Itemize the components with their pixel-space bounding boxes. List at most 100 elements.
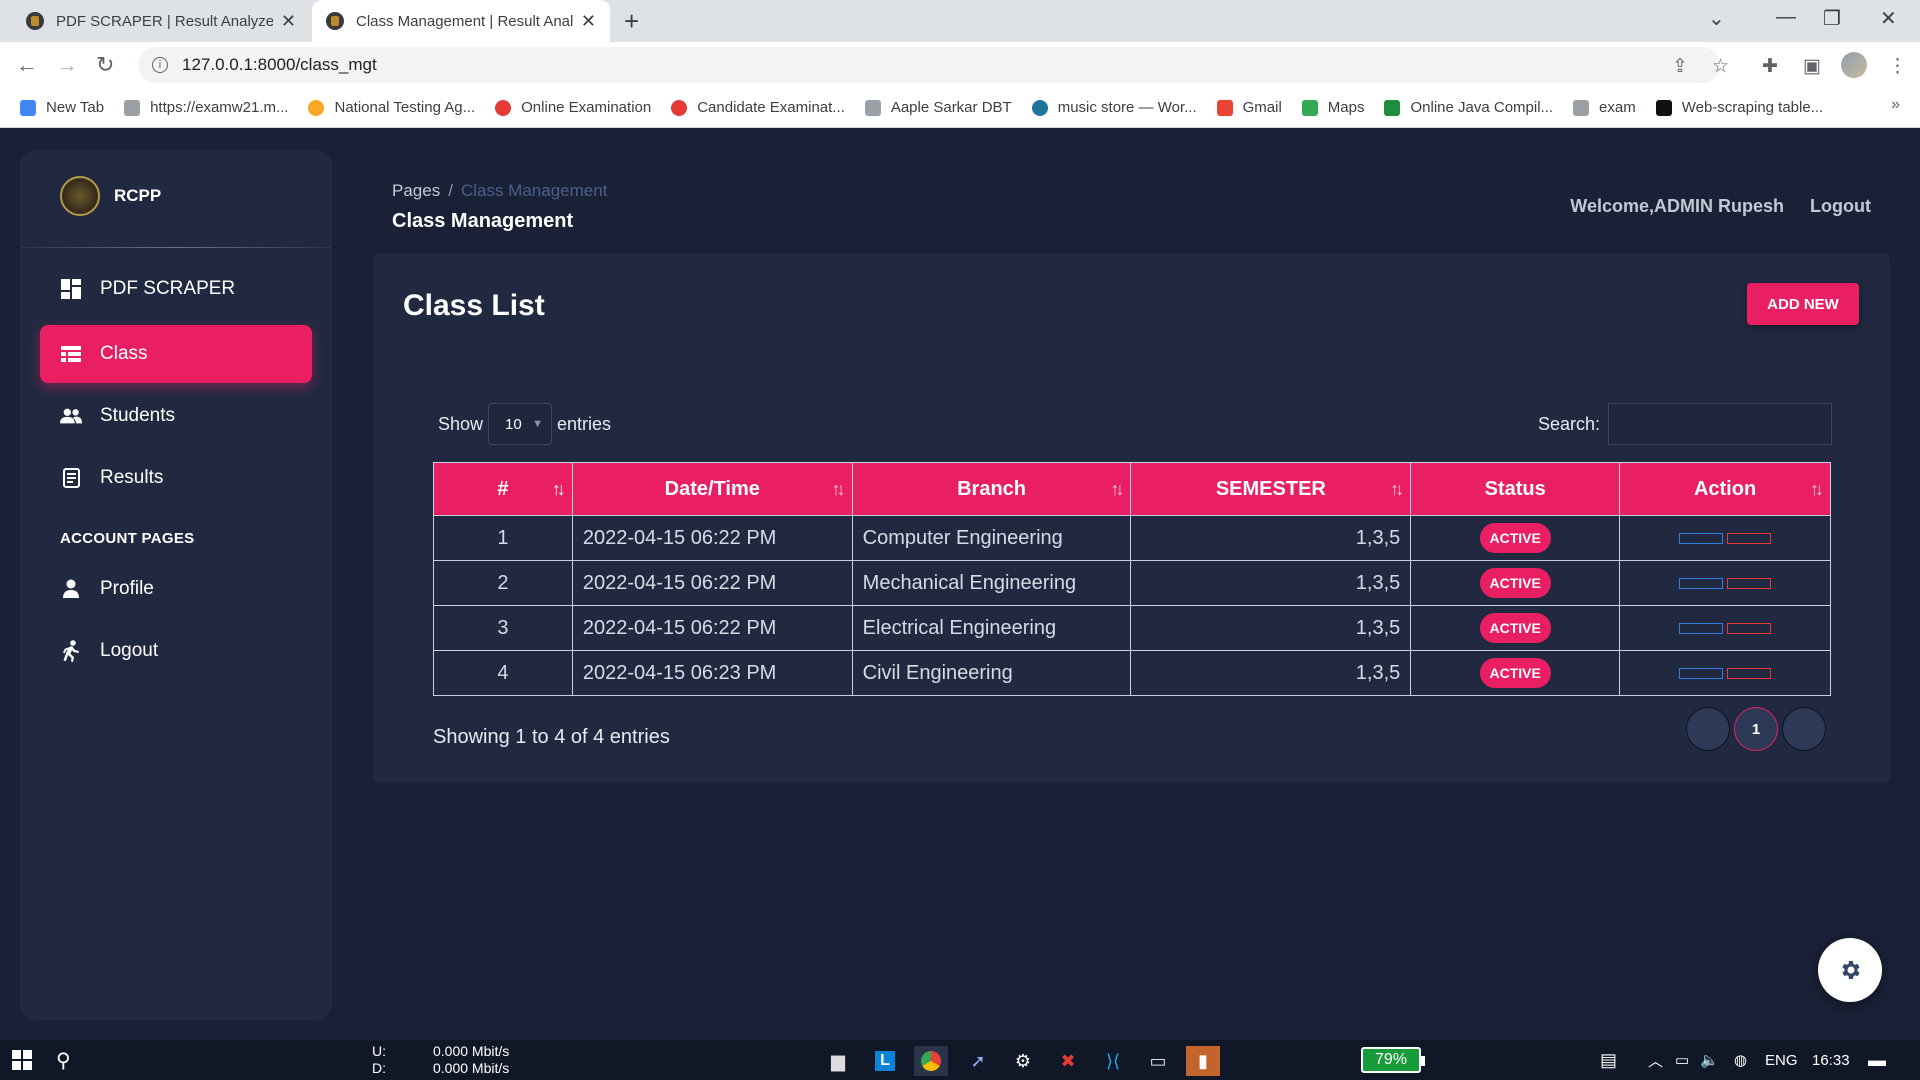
extensions-puzzle-icon[interactable]: ✚ [1762, 55, 1778, 78]
vscode-icon[interactable]: ⟩⟨ [1096, 1046, 1130, 1076]
profile-avatar[interactable] [1841, 52, 1867, 78]
next-page-button[interactable] [1782, 707, 1826, 751]
side-panel-icon[interactable]: ▣ [1803, 55, 1821, 78]
show-label: Show [438, 413, 484, 434]
edit-button[interactable] [1679, 577, 1724, 589]
column-header-branch[interactable]: Branch ↑↓ [851, 462, 1132, 516]
app-l-icon[interactable]: L [868, 1046, 902, 1076]
page-icon [1573, 99, 1590, 116]
close-tab-icon[interactable]: ✕ [581, 11, 596, 32]
bookmark-star-icon[interactable]: ☆ [1712, 55, 1729, 78]
notifications-icon[interactable]: ▬ [1868, 1040, 1886, 1080]
bookmark-item[interactable]: Candidate Examinat... [671, 99, 845, 116]
app-red-icon[interactable]: ✖ [1051, 1046, 1085, 1076]
bookmark-item[interactable]: Maps [1301, 99, 1364, 116]
language-indicator[interactable]: ENG [1765, 1040, 1798, 1080]
google-icon [20, 99, 36, 116]
browser-tab-pdf-scraper[interactable]: PDF SCRAPER | Result Analyzer Sy ✕ [12, 0, 310, 42]
share-icon[interactable]: ⇪ [1672, 55, 1688, 78]
cell-datetime: 2022-04-15 06:22 PM [571, 560, 853, 606]
brand[interactable]: RCPP [60, 176, 161, 216]
reload-icon[interactable]: ↻ [96, 52, 114, 78]
bookmark-item[interactable]: Online Examination [495, 99, 651, 116]
delete-button[interactable] [1727, 667, 1772, 679]
volume-icon[interactable]: 🔈 [1700, 1040, 1719, 1080]
table-row: 4 2022-04-15 06:23 PM Civil Engineering … [433, 650, 1831, 696]
sidebar-item-pdf-scraper[interactable]: PDF SCRAPER [40, 260, 312, 318]
sidebar-item-logout[interactable]: Logout [40, 622, 312, 680]
bookmark-item[interactable]: Web-scraping table... [1655, 99, 1823, 116]
bookmark-item[interactable]: New Tab [20, 99, 104, 116]
restore-window-icon[interactable]: ❐ [1823, 6, 1841, 31]
bookmark-item[interactable]: Online Java Compil... [1384, 99, 1553, 116]
settings-fab[interactable] [1818, 938, 1882, 1002]
more-bookmarks-chevron-icon[interactable]: » [1891, 96, 1900, 114]
entries-select[interactable]: 10 ▼ [488, 403, 553, 445]
site-info-icon[interactable]: i [152, 57, 168, 73]
clock[interactable]: 16:33 [1812, 1040, 1850, 1080]
battery-tray-icon[interactable]: ▭ [1675, 1040, 1689, 1080]
table-row: 2 2022-04-15 06:22 PM Mechanical Enginee… [433, 560, 1831, 606]
breadcrumb-root[interactable]: Pages [392, 181, 440, 200]
browser-tab-strip: PDF SCRAPER | Result Analyzer Sy ✕ Class… [0, 0, 1920, 42]
forward-arrow-icon[interactable]: → [56, 52, 78, 78]
settings-gear-icon[interactable]: ⚙ [1006, 1046, 1040, 1076]
column-header-action[interactable]: Action ↑↓ [1619, 462, 1831, 516]
net-meter-labels: U: D: [372, 1043, 386, 1077]
sidebar-item-profile[interactable]: Profile [40, 560, 312, 618]
status-badge: ACTIVE [1479, 568, 1551, 598]
edit-button[interactable] [1679, 532, 1724, 544]
app-orange-icon[interactable]: ▮ [1186, 1046, 1220, 1076]
edit-button[interactable] [1679, 622, 1724, 634]
edit-button[interactable] [1679, 667, 1724, 679]
store-bag-icon[interactable]: ▆ [821, 1046, 855, 1076]
delete-button[interactable] [1727, 622, 1772, 634]
terminal-icon[interactable]: ▭ [1141, 1046, 1175, 1076]
delete-button[interactable] [1727, 577, 1772, 589]
sidebar-item-results[interactable]: Results [40, 449, 312, 507]
browser-tab-class-management[interactable]: Class Management | Result Analy ✕ [312, 0, 610, 42]
sidebar-item-students[interactable]: Students [40, 387, 312, 445]
cell-branch: Electrical Engineering [851, 605, 1132, 651]
dashboard-icon [60, 278, 82, 300]
logout-link[interactable]: Logout [1810, 196, 1871, 217]
app-arrow-icon[interactable]: ➚ [961, 1046, 995, 1076]
add-new-button[interactable]: ADD NEW [1747, 283, 1859, 325]
search-icon[interactable]: ⚲ [56, 1040, 71, 1080]
bookmark-item[interactable]: music store — Wor... [1031, 99, 1197, 116]
column-header-number[interactable]: # ↑↓ [433, 462, 573, 516]
column-header-semester[interactable]: SEMESTER ↑↓ [1130, 462, 1412, 516]
browser-menu-icon[interactable]: ⋮ [1888, 55, 1907, 78]
address-bar[interactable]: i 127.0.0.1:8000/class_mgt [138, 47, 1720, 83]
close-window-icon[interactable]: ✕ [1880, 6, 1897, 31]
previous-page-button[interactable] [1686, 707, 1730, 751]
upload-label: U: [372, 1043, 386, 1059]
breadcrumb-current: Class Management [460, 181, 608, 200]
cell-action [1619, 560, 1831, 606]
search-label: Search: [1537, 413, 1600, 434]
close-tab-icon[interactable]: ✕ [281, 11, 296, 32]
sidebar-item-class[interactable]: Class [40, 325, 312, 383]
page-button-current[interactable]: 1 [1734, 707, 1778, 751]
news-widget-icon[interactable]: ▤ [1600, 1040, 1617, 1080]
minimize-icon[interactable]: — [1776, 6, 1796, 29]
column-header-datetime[interactable]: Date/Time ↑↓ [571, 462, 853, 516]
bookmark-item[interactable]: Gmail [1216, 99, 1282, 116]
chrome-icon[interactable] [914, 1046, 948, 1076]
new-tab-plus-icon[interactable]: + [624, 6, 639, 37]
delete-button[interactable] [1727, 532, 1772, 544]
search-input[interactable] [1608, 403, 1832, 445]
bookmark-item[interactable]: exam [1573, 99, 1636, 116]
battery-indicator[interactable]: 79% [1361, 1047, 1425, 1073]
back-arrow-icon[interactable]: ← [16, 52, 38, 78]
cell-number: 1 [433, 515, 573, 561]
globe-icon[interactable]: ◍ [1734, 1040, 1747, 1080]
account-pages-heading: ACCOUNT PAGES [60, 530, 195, 547]
chevron-up-icon[interactable]: ︿ [1648, 1040, 1663, 1080]
page-icon [864, 99, 881, 116]
windows-start-icon[interactable] [12, 1040, 32, 1080]
tab-search-chevron-icon[interactable]: ⌄ [1708, 6, 1725, 31]
bookmark-item[interactable]: National Testing Ag... [308, 99, 475, 116]
bookmark-item[interactable]: https://examw21.m... [124, 99, 288, 116]
bookmark-item[interactable]: Aaple Sarkar DBT [864, 99, 1012, 116]
